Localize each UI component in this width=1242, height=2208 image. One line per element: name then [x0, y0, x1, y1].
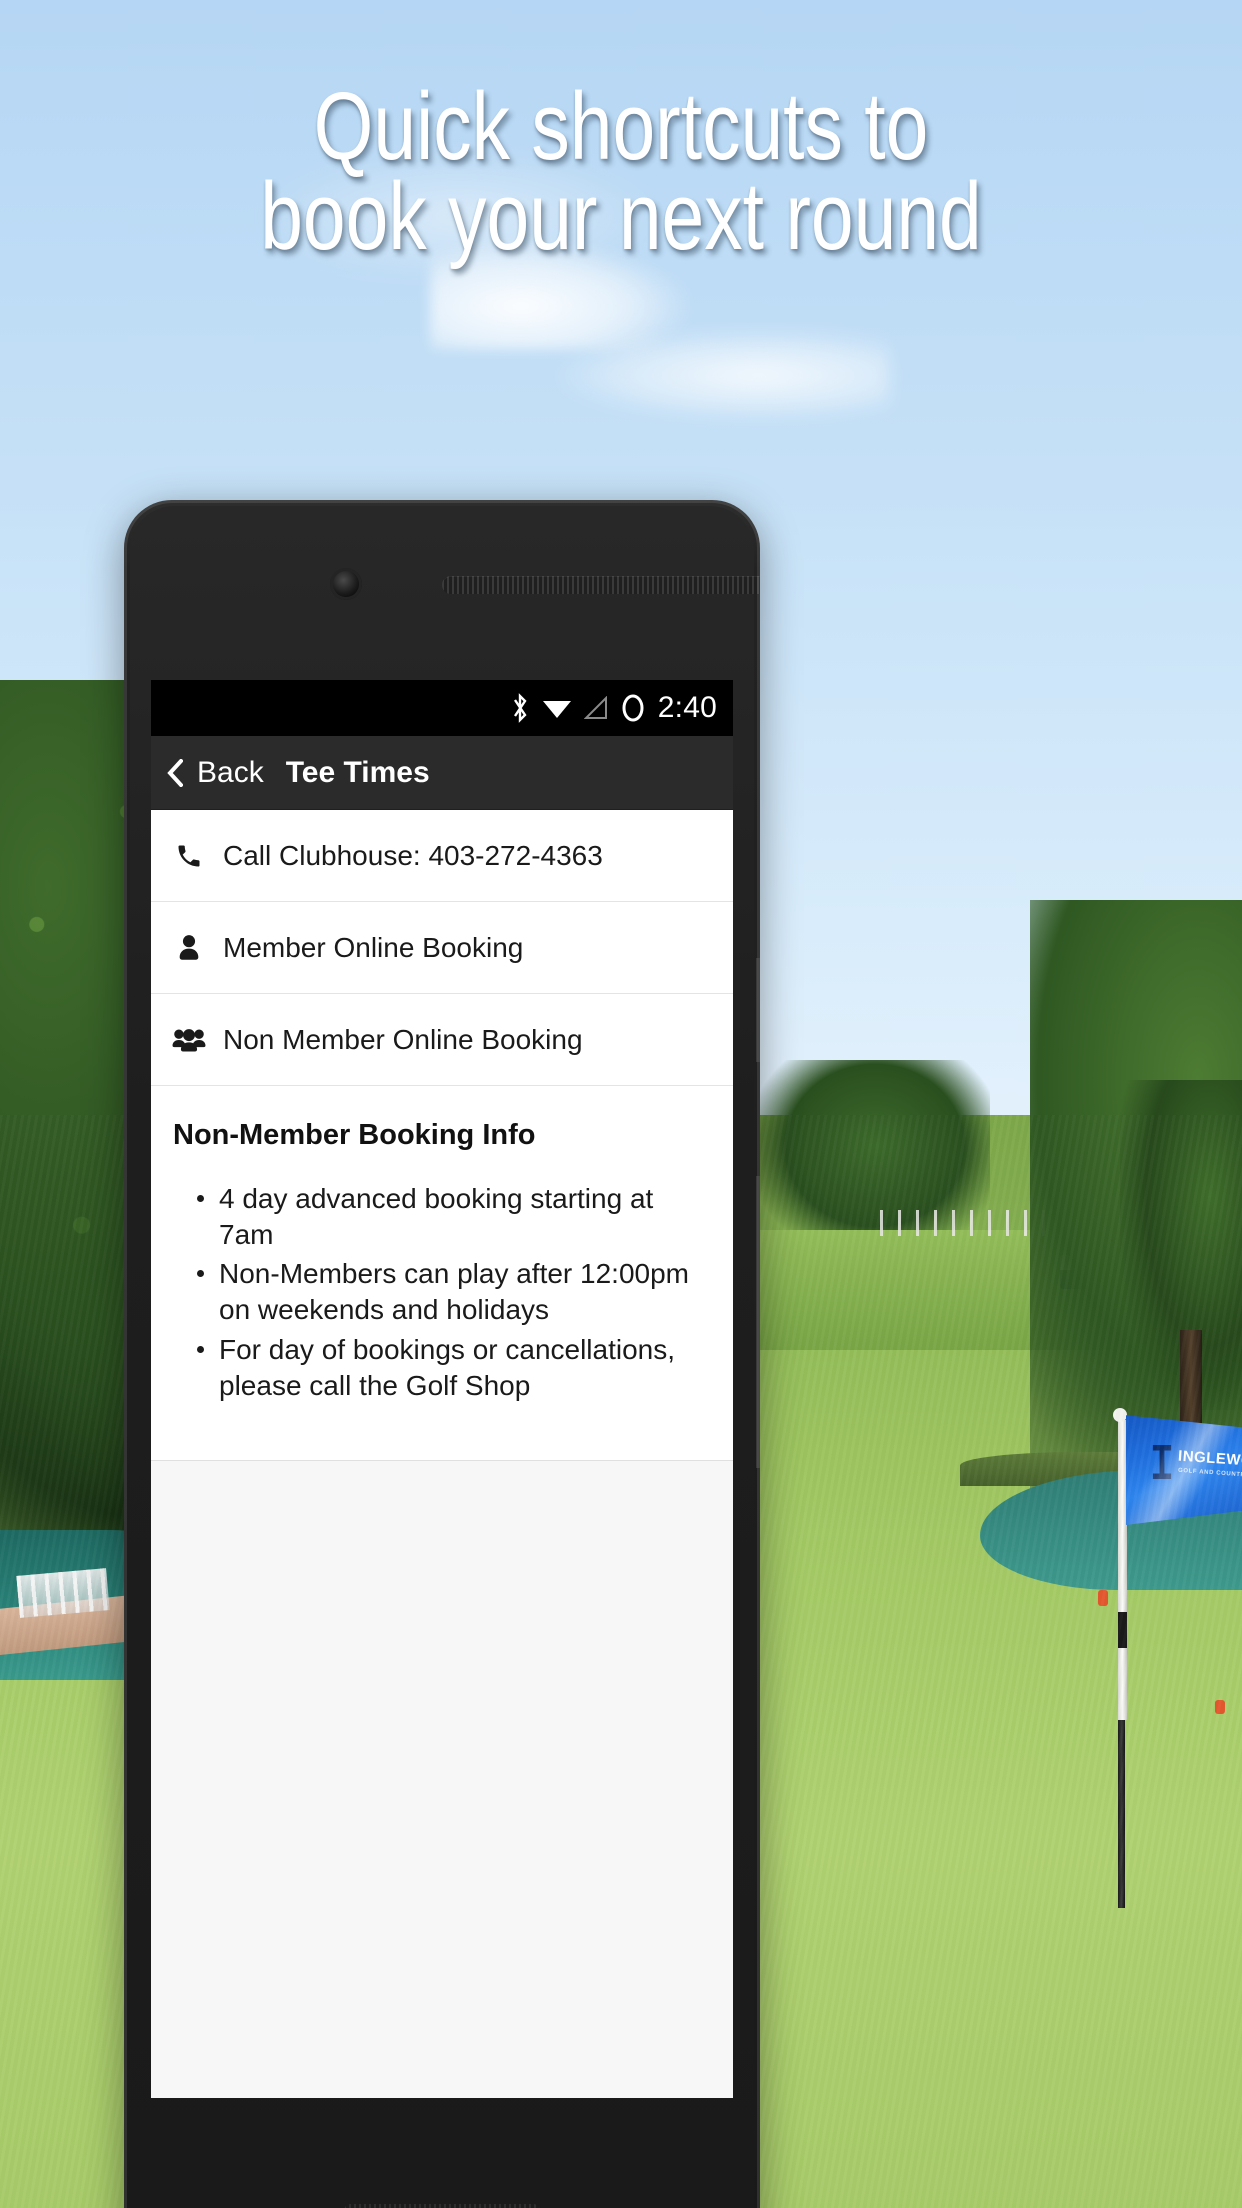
page-title: Tee Times — [285, 755, 430, 789]
phone-screen: 2:40 Back Tee Times Call Clubhouse: 403-… — [151, 680, 733, 2098]
list-item-label: Call Clubhouse: 403-272-4363 — [223, 839, 603, 871]
list-item-call-clubhouse[interactable]: Call Clubhouse: 403-272-4363 — [151, 810, 733, 902]
phone-mockup: 2:40 Back Tee Times Call Clubhouse: 403-… — [124, 500, 760, 2208]
action-list: Call Clubhouse: 403-272-4363 Member Onli… — [151, 810, 733, 1086]
booking-info-card: Non-Member Booking Info 4 day advanced b… — [151, 1086, 733, 1461]
list-item: For day of bookings or cancellations, pl… — [173, 1332, 711, 1404]
power-button[interactable] — [756, 958, 760, 1062]
back-button[interactable]: Back — [197, 757, 264, 788]
promo-screenshot: INGLEWOOD GOLF AND COUNTRY CLUB Quick sh… — [0, 0, 1242, 2208]
list-item: 4 day advanced booking starting at 7am — [173, 1181, 711, 1253]
status-icons — [510, 693, 646, 723]
list-item-label: Member Online Booking — [223, 931, 524, 963]
cloud — [560, 330, 890, 420]
back-chevron-icon[interactable] — [167, 758, 183, 787]
phone-icon — [171, 839, 207, 873]
list-item: Non-Members can play after 12:00pm on we… — [173, 1256, 711, 1328]
volume-rocker[interactable] — [756, 1176, 760, 1468]
bottom-speaker-icon — [344, 2204, 540, 2208]
list-item-label: Non Member Online Booking — [223, 1023, 583, 1055]
bluetooth-icon — [513, 693, 527, 723]
wifi-icon — [542, 701, 571, 718]
status-bar-clock: 2:40 — [657, 691, 717, 724]
list-item-member-online-booking[interactable]: Member Online Booking — [151, 902, 733, 994]
booking-info-bullets: 4 day advanced booking starting at 7am N… — [173, 1181, 711, 1404]
earpiece-speaker-icon — [442, 576, 760, 594]
list-item-non-member-online-booking[interactable]: Non Member Online Booking — [151, 994, 733, 1086]
person-icon — [171, 931, 207, 965]
status-bar: 2:40 — [151, 680, 733, 736]
cellular-signal-icon — [583, 696, 607, 719]
booking-info-title: Non-Member Booking Info — [173, 1119, 536, 1151]
front-camera-icon — [330, 568, 362, 600]
group-icon — [171, 1023, 207, 1057]
app-bar: Back Tee Times — [151, 736, 733, 810]
no-sim-icon — [622, 694, 644, 722]
empty-content-area — [151, 1460, 733, 2098]
